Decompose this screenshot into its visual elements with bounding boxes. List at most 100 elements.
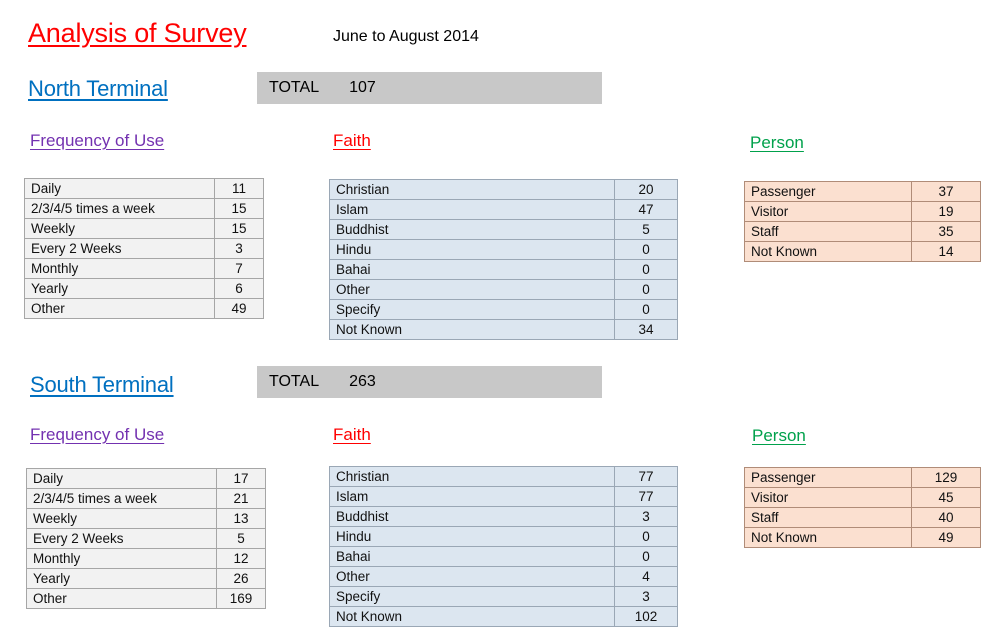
table-row: Monthly 12 (26, 548, 266, 569)
cell-label: Islam (329, 486, 615, 507)
cell-label: Passenger (744, 181, 912, 202)
cell-label: Bahai (329, 546, 615, 567)
table-row: Buddhist 3 (329, 506, 678, 527)
cell-value: 15 (214, 198, 264, 219)
cell-label: Other (329, 566, 615, 587)
table-frequency-south: Daily 17 2/3/4/5 times a week 21 Weekly … (26, 468, 266, 609)
cell-value: 35 (911, 221, 981, 242)
table-row: Weekly 15 (24, 218, 264, 239)
cell-value: 40 (911, 507, 981, 528)
cell-label: Visitor (744, 487, 912, 508)
table-row: Bahai 0 (329, 259, 678, 280)
cell-value: 4 (614, 566, 678, 587)
section-title-north-terminal: North Terminal (28, 76, 168, 101)
table-faith-north: Christian 20 Islam 47 Buddhist 5 Hindu 0… (329, 179, 678, 340)
table-row: Specify 3 (329, 586, 678, 607)
cell-value: 49 (214, 298, 264, 319)
cell-value: 34 (614, 319, 678, 340)
table-row: Every 2 Weeks 3 (24, 238, 264, 259)
cell-label: Not Known (744, 241, 912, 262)
cell-label: Specify (329, 299, 615, 320)
table-row: Other 169 (26, 588, 266, 609)
table-row: Not Known 14 (744, 241, 981, 262)
cell-value: 7 (214, 258, 264, 279)
cell-label: Not Known (329, 319, 615, 340)
cell-label: Every 2 Weeks (26, 528, 217, 549)
cell-label: Staff (744, 221, 912, 242)
table-row: Staff 35 (744, 221, 981, 242)
table-row: Yearly 26 (26, 568, 266, 589)
cell-value: 3 (614, 506, 678, 527)
table-row: Buddhist 5 (329, 219, 678, 240)
cell-label: Daily (26, 468, 217, 489)
page-title: Analysis of Survey (28, 18, 247, 48)
table-row: Every 2 Weeks 5 (26, 528, 266, 549)
table-row: Christian 20 (329, 179, 678, 200)
table-frequency-north: Daily 11 2/3/4/5 times a week 15 Weekly … (24, 178, 264, 319)
table-person-north: Passenger 37 Visitor 19 Staff 35 Not Kno… (744, 181, 981, 262)
table-row: Not Known 49 (744, 527, 981, 548)
table-row: Visitor 45 (744, 487, 981, 508)
cell-value: 21 (216, 488, 266, 509)
cell-value: 169 (216, 588, 266, 609)
cell-label: Passenger (744, 467, 912, 488)
cell-label: Other (24, 298, 215, 319)
cell-label: Other (329, 279, 615, 300)
cell-value: 17 (216, 468, 266, 489)
cell-value: 6 (214, 278, 264, 299)
cell-value: 47 (614, 199, 678, 220)
total-value: 263 (349, 373, 376, 390)
cell-value: 5 (216, 528, 266, 549)
cell-label: Buddhist (329, 219, 615, 240)
cell-label: Specify (329, 586, 615, 607)
cell-label: Visitor (744, 201, 912, 222)
cell-label: Other (26, 588, 217, 609)
cell-label: Hindu (329, 239, 615, 260)
total-label: TOTAL (269, 373, 320, 390)
cell-value: 5 (614, 219, 678, 240)
cell-label: Islam (329, 199, 615, 220)
cell-value: 0 (614, 239, 678, 260)
total-value: 107 (349, 79, 376, 96)
cell-label: Buddhist (329, 506, 615, 527)
table-row: Other 49 (24, 298, 264, 319)
heading-frequency-of-use-north: Frequency of Use (30, 131, 165, 150)
heading-person-north: Person (750, 133, 804, 152)
total-banner-north: TOTAL 107 (257, 72, 602, 104)
table-row: Yearly 6 (24, 278, 264, 299)
table-row: Islam 77 (329, 486, 678, 507)
table-row: Hindu 0 (329, 526, 678, 547)
cell-label: Yearly (24, 278, 215, 299)
page-subtitle-daterange: June to August 2014 (333, 28, 479, 45)
cell-label: Not Known (329, 606, 615, 627)
table-row: Passenger 129 (744, 467, 981, 488)
cell-value: 15 (214, 218, 264, 239)
cell-label: Daily (24, 178, 215, 199)
table-row: Passenger 37 (744, 181, 981, 202)
total-label: TOTAL (269, 79, 320, 96)
cell-label: 2/3/4/5 times a week (26, 488, 217, 509)
table-row: Staff 40 (744, 507, 981, 528)
cell-value: 20 (614, 179, 678, 200)
table-row: Other 0 (329, 279, 678, 300)
table-row: Hindu 0 (329, 239, 678, 260)
table-person-south: Passenger 129 Visitor 45 Staff 40 Not Kn… (744, 467, 981, 548)
table-row: Weekly 13 (26, 508, 266, 529)
heading-person-south: Person (752, 426, 806, 445)
cell-value: 45 (911, 487, 981, 508)
cell-value: 19 (911, 201, 981, 222)
table-row: Not Known 34 (329, 319, 678, 340)
section-title-south-terminal: South Terminal (30, 372, 174, 397)
cell-value: 14 (911, 241, 981, 262)
cell-value: 37 (911, 181, 981, 202)
cell-value: 13 (216, 508, 266, 529)
table-row: Not Known 102 (329, 606, 678, 627)
cell-value: 11 (214, 178, 264, 199)
cell-value: 0 (614, 546, 678, 567)
heading-faith-south: Faith (333, 425, 371, 444)
table-row: 2/3/4/5 times a week 21 (26, 488, 266, 509)
cell-value: 49 (911, 527, 981, 548)
cell-value: 0 (614, 279, 678, 300)
table-row: 2/3/4/5 times a week 15 (24, 198, 264, 219)
cell-value: 77 (614, 466, 678, 487)
